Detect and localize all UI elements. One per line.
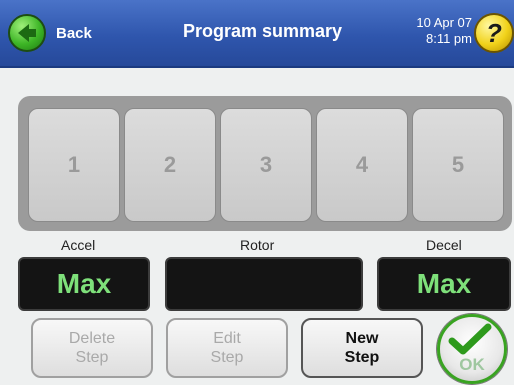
new-step-line2: Step <box>344 349 380 366</box>
decel-display[interactable]: Max <box>377 257 511 311</box>
ok-label: OK <box>459 355 485 374</box>
delete-step-button[interactable]: Delete Step <box>31 318 153 378</box>
back-button[interactable]: Back <box>8 13 92 53</box>
new-step-button[interactable]: New Step <box>301 318 423 378</box>
header-bar: Back Program summary 10 Apr 07 8:11 pm ? <box>0 0 514 68</box>
new-step-line1: New <box>345 330 379 347</box>
datetime-display: 10 Apr 07 8:11 pm <box>410 15 472 47</box>
help-icon: ? <box>486 18 502 48</box>
accel-label: Accel <box>61 237 96 253</box>
rotor-label: Rotor <box>240 237 275 253</box>
date-text: 10 Apr 07 <box>416 15 472 30</box>
steps-panel: 1 2 3 4 5 <box>18 96 512 231</box>
help-button[interactable]: ? <box>474 13 514 53</box>
rotor-display[interactable] <box>165 257 363 311</box>
step-2-button[interactable]: 2 <box>124 108 216 222</box>
back-arrow-icon <box>8 14 46 52</box>
step-3-button[interactable]: 3 <box>220 108 312 222</box>
ok-button[interactable]: OK <box>437 314 507 384</box>
decel-label: Decel <box>426 237 462 253</box>
step-1-button[interactable]: 1 <box>28 108 120 222</box>
delete-step-line1: Delete <box>68 330 116 347</box>
accel-display[interactable]: Max <box>18 257 150 311</box>
time-text: 8:11 pm <box>425 31 472 46</box>
page-title: Program summary <box>182 21 343 41</box>
edit-step-line1: Edit <box>213 330 241 347</box>
step-4-button[interactable]: 4 <box>316 108 408 222</box>
checkmark-icon <box>448 323 492 355</box>
delete-step-line2: Step <box>75 349 109 366</box>
edit-step-button[interactable]: Edit Step <box>166 318 288 378</box>
edit-step-line2: Step <box>210 349 244 366</box>
step-5-button[interactable]: 5 <box>412 108 504 222</box>
back-label: Back <box>56 24 92 42</box>
